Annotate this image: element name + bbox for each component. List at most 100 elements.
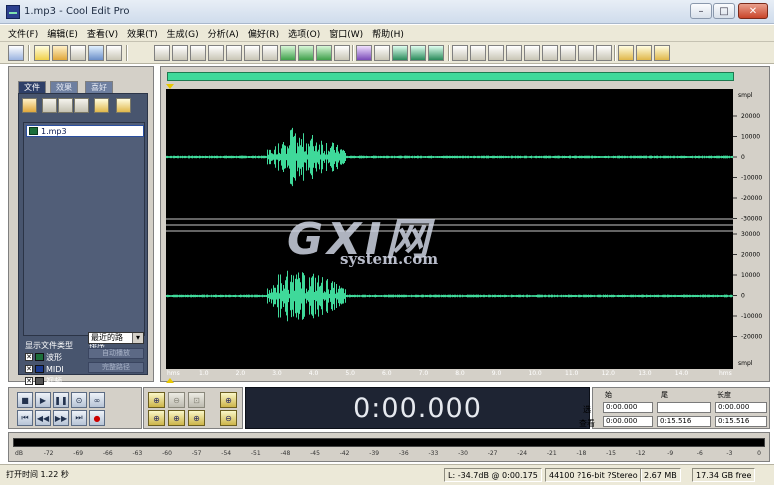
minimize-button[interactable]: – <box>690 3 712 19</box>
transport-panel: ■ ▶ ❚❚ ⊙ ∞ ⏮ ◀◀ ▶▶ ⏭ ● <box>8 387 142 429</box>
menu-help[interactable]: 帮助(H) <box>372 27 404 40</box>
zoom-out-horizontal-icon[interactable]: ⊖ <box>168 392 185 408</box>
play-file-icon[interactable] <box>94 98 109 113</box>
import-icon[interactable] <box>58 98 73 113</box>
window-title: 1.mp3 - Cool Edit Pro <box>24 6 130 17</box>
copy-icon[interactable] <box>208 45 224 61</box>
save-icon[interactable] <box>88 45 104 61</box>
file-help-icon[interactable] <box>116 98 131 113</box>
menu-edit[interactable]: 编辑(E) <box>47 27 78 40</box>
open-file-icon[interactable] <box>22 98 37 113</box>
toggle-mode-icon[interactable] <box>8 45 24 61</box>
help-icon[interactable] <box>654 45 670 61</box>
noise-reduction-icon[interactable] <box>428 45 444 61</box>
zoom-in-horizontal-icon[interactable]: ⊕ <box>148 392 165 408</box>
repeat-icon[interactable] <box>190 45 206 61</box>
time-axis-unit-end: hms <box>719 370 732 377</box>
record-button[interactable]: ● <box>89 410 105 426</box>
cut-icon[interactable] <box>244 45 260 61</box>
close-button[interactable]: ✕ <box>738 3 768 19</box>
markers-icon[interactable] <box>578 45 594 61</box>
selection-begin-field[interactable]: 0:00.000 <box>603 402 653 413</box>
go-to-end-button[interactable]: ⏭ <box>71 410 87 426</box>
play-to-end-button[interactable]: ⊙ <box>71 392 87 408</box>
zoom-full-icon[interactable]: ⊡ <box>188 392 205 408</box>
sort-select[interactable]: 最近的路 <box>88 332 144 344</box>
menu-effects[interactable]: 效果(T) <box>127 27 158 40</box>
options-icon[interactable] <box>636 45 652 61</box>
delete-silence-icon[interactable] <box>334 45 350 61</box>
new-file-icon[interactable] <box>34 45 50 61</box>
checkbox[interactable]: ✕ <box>25 353 33 361</box>
zoom-out-vertical-icon[interactable]: ⊖ <box>220 410 237 426</box>
spectral-view-icon[interactable] <box>470 45 486 61</box>
undo-icon[interactable] <box>154 45 170 61</box>
loop-button[interactable]: ∞ <box>89 392 105 408</box>
info-icon[interactable] <box>542 45 558 61</box>
copy-new-icon[interactable] <box>226 45 242 61</box>
amplify-icon[interactable] <box>410 45 426 61</box>
close-file-icon[interactable] <box>70 45 86 61</box>
go-to-start-button[interactable]: ⏮ <box>17 410 33 426</box>
app-icon[interactable] <box>6 5 20 19</box>
zoom-left-icon[interactable]: ⊕ <box>148 410 165 426</box>
zoom-in-vertical-icon[interactable]: ⊕ <box>220 392 237 408</box>
menu-file[interactable]: 文件(F) <box>8 27 38 40</box>
type-option-waveform[interactable]: ✕ 波形 <box>25 352 62 362</box>
paste-icon[interactable] <box>262 45 278 61</box>
settings-icon[interactable] <box>618 45 634 61</box>
end-marker[interactable] <box>166 378 174 383</box>
menu-analyze[interactable]: 分析(A) <box>208 27 239 40</box>
fx-icon[interactable] <box>374 45 390 61</box>
play-view-icon[interactable] <box>506 45 522 61</box>
selection-end-field[interactable] <box>657 402 711 413</box>
menu-generate[interactable]: 生成(G) <box>167 27 199 40</box>
checkbox[interactable]: ✕ <box>25 377 33 385</box>
tab-favorites[interactable]: 喜好 <box>85 81 113 93</box>
overview-bar[interactable] <box>167 72 734 81</box>
open-folder-icon[interactable] <box>52 45 68 61</box>
type-option-video[interactable]: ✕ 视频 <box>25 376 62 386</box>
maximize-button[interactable]: □ <box>713 3 735 19</box>
mix-paste-icon[interactable] <box>298 45 314 61</box>
envelope-icon[interactable] <box>356 45 372 61</box>
view-length-field[interactable]: 0:15.516 <box>715 416 767 427</box>
view-end-field[interactable]: 0:15.516 <box>657 416 711 427</box>
metronome-icon[interactable] <box>560 45 576 61</box>
list-item[interactable]: 1.mp3 <box>26 125 144 137</box>
paste-new-icon[interactable] <box>280 45 296 61</box>
meter-tick-label: -27 <box>487 450 498 457</box>
zoom-selection-icon[interactable]: ⊕ <box>168 410 185 426</box>
edit-view-icon[interactable] <box>488 45 504 61</box>
waveform-display[interactable]: 20000 10000 0 -10000 -20000 -30000 30000 20000… <box>166 89 766 369</box>
close-file-icon[interactable] <box>42 98 57 113</box>
normalize-icon[interactable] <box>392 45 408 61</box>
fast-forward-button[interactable]: ▶▶ <box>53 410 69 426</box>
waveform-view-icon[interactable] <box>452 45 468 61</box>
level-meter-scale: dB -72 -69 -66 -63 -60 -57 -54 -51 -48 -45 -42 -39 -3… <box>13 450 765 460</box>
tab-effects[interactable]: 效果 <box>50 81 78 93</box>
play-button[interactable]: ▶ <box>35 392 51 408</box>
pause-button[interactable]: ❚❚ <box>53 392 69 408</box>
checkbox[interactable]: ✕ <box>25 365 33 373</box>
export-icon[interactable] <box>74 98 89 113</box>
rewind-button[interactable]: ◀◀ <box>35 410 51 426</box>
tab-files[interactable]: 文件 <box>18 81 46 93</box>
zoom-right-icon[interactable]: ⊕ <box>188 410 205 426</box>
amplitude-tick-label: -20000 <box>741 334 762 341</box>
type-option-midi[interactable]: ✕ MIDI <box>25 364 64 374</box>
selection-length-field[interactable]: 0:00.000 <box>715 402 767 413</box>
snapping-icon[interactable] <box>596 45 612 61</box>
autoplay-button[interactable]: 自动播放 <box>88 348 144 359</box>
trim-icon[interactable] <box>316 45 332 61</box>
view-begin-field[interactable]: 0:00.000 <box>603 416 653 427</box>
menu-favorites[interactable]: 偏好(R) <box>248 27 279 40</box>
properties-icon[interactable] <box>106 45 122 61</box>
stop-button[interactable]: ■ <box>17 392 33 408</box>
find-icon[interactable] <box>524 45 540 61</box>
menu-view[interactable]: 查看(V) <box>87 27 118 40</box>
redo-icon[interactable] <box>172 45 188 61</box>
full-path-button[interactable]: 完整路径 <box>88 362 144 373</box>
menu-window[interactable]: 窗口(W) <box>329 27 363 40</box>
menu-options[interactable]: 选项(O) <box>288 27 320 40</box>
